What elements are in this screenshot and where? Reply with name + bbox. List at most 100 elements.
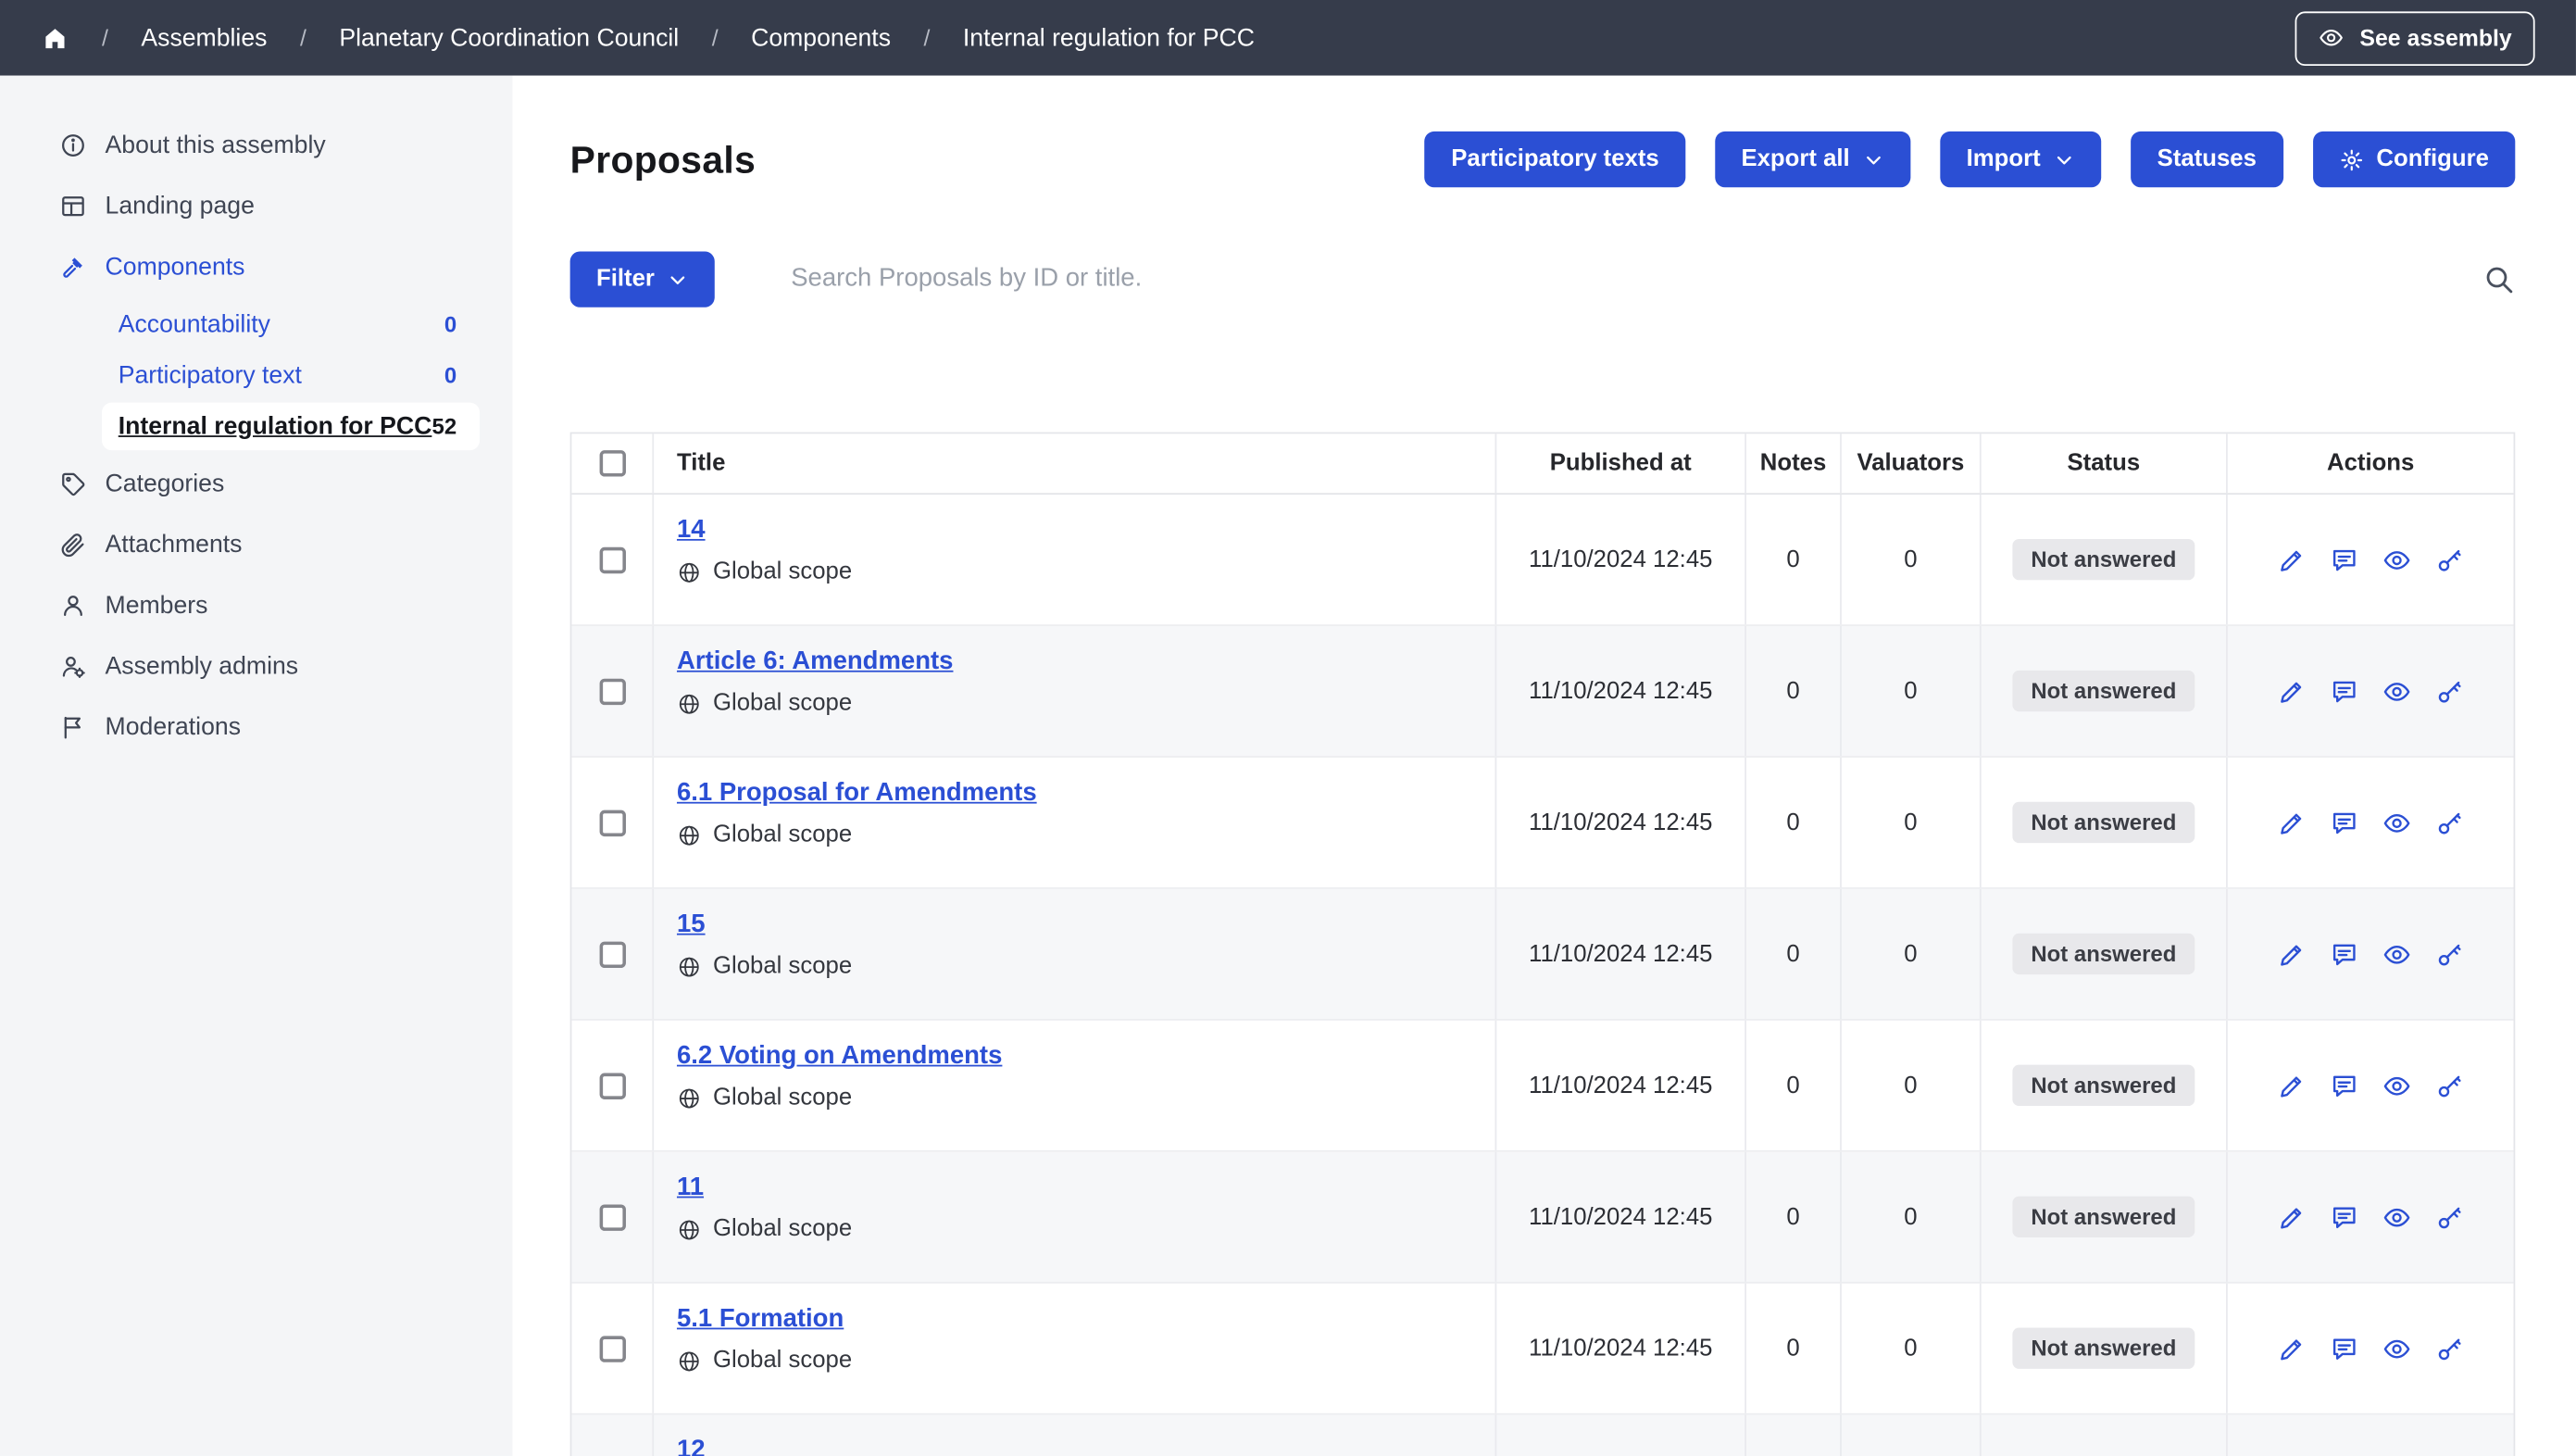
proposal-title-link[interactable]: 15 [677, 910, 706, 940]
permissions-key-icon[interactable] [2434, 545, 2464, 574]
answer-icon[interactable] [2330, 808, 2359, 837]
status-cell: Not answered [1982, 1284, 2228, 1413]
sidebar-item-components[interactable]: Components [0, 236, 513, 297]
proposal-title-link[interactable]: 11 [677, 1174, 704, 1203]
preview-icon[interactable] [2382, 1202, 2412, 1232]
published-at-cell: 11/10/2024 12:45 [1496, 1284, 1746, 1413]
breadcrumb-separator: / [102, 25, 108, 51]
statuses-button[interactable]: Statuses [2131, 132, 2282, 187]
proposal-title-link[interactable]: Article 6: Amendments [677, 647, 954, 677]
sidebar-item-assembly-admins[interactable]: Assembly admins [0, 636, 513, 697]
actions-cell [2228, 1415, 2514, 1456]
proposal-title-link[interactable]: 12 [677, 1437, 706, 1456]
edit-icon[interactable] [2277, 808, 2307, 837]
row-checkbox[interactable] [599, 810, 625, 835]
row-checkbox-cell [571, 495, 654, 624]
sidebar-item-internal-regulation[interactable]: Internal regulation for PCC 52 [102, 403, 480, 450]
row-title-cell: 11 Global scope [654, 1152, 1496, 1282]
edit-icon[interactable] [2277, 1334, 2307, 1363]
sidebar-item-accountability[interactable]: Accountability 0 [102, 301, 480, 348]
answer-icon[interactable] [2330, 1334, 2359, 1363]
answer-icon[interactable] [2330, 939, 2359, 969]
permissions-key-icon[interactable] [2434, 808, 2464, 837]
permissions-key-icon[interactable] [2434, 676, 2464, 706]
status-cell: Not answered [1982, 626, 2228, 756]
answer-icon[interactable] [2330, 1071, 2359, 1100]
sidebar-item-participatory-text[interactable]: Participatory text 0 [102, 352, 480, 399]
actions-cell [2228, 1284, 2514, 1413]
sidebar-item-landing-page[interactable]: Landing page [0, 176, 513, 237]
row-checkbox-cell [571, 1284, 654, 1413]
notes-count-cell: 0 [1746, 495, 1842, 624]
proposal-title-link[interactable]: 14 [677, 516, 706, 546]
proposal-scope: Global scope [677, 1348, 852, 1374]
select-all-checkbox[interactable] [599, 450, 625, 476]
answer-icon[interactable] [2330, 545, 2359, 574]
layout-icon [59, 193, 87, 220]
row-checkbox[interactable] [599, 546, 625, 572]
row-checkbox[interactable] [599, 678, 625, 704]
answer-icon[interactable] [2330, 1202, 2359, 1232]
sidebar-item-members[interactable]: Members [0, 575, 513, 636]
table-row: 6.2 Voting on Amendments Global scope 11… [571, 1021, 2513, 1152]
sidebar-item-about-assembly[interactable]: About this assembly [0, 115, 513, 176]
breadcrumb-assembly-name[interactable]: Planetary Coordination Council [339, 24, 679, 52]
proposal-scope: Global scope [677, 822, 852, 847]
preview-icon[interactable] [2382, 939, 2412, 969]
row-title-cell: 6.1 Proposal for Amendments Global scope [654, 758, 1496, 887]
participatory-texts-button[interactable]: Participatory texts [1425, 132, 1685, 187]
search-input[interactable] [791, 265, 2462, 295]
preview-icon[interactable] [2382, 1334, 2412, 1363]
preview-icon[interactable] [2382, 676, 2412, 706]
permissions-key-icon[interactable] [2434, 1202, 2464, 1232]
permissions-key-icon[interactable] [2434, 1334, 2464, 1363]
preview-icon[interactable] [2382, 808, 2412, 837]
filter-row: Filter [570, 251, 2516, 307]
export-all-button[interactable]: Export all [1715, 132, 1910, 187]
preview-icon[interactable] [2382, 545, 2412, 574]
breadcrumb-current-component[interactable]: Internal regulation for PCC [963, 24, 1255, 52]
import-button[interactable]: Import [1940, 132, 2101, 187]
status-badge: Not answered [2013, 539, 2195, 580]
row-title-cell: 12 [654, 1415, 1496, 1456]
edit-icon[interactable] [2277, 676, 2307, 706]
tag-icon [59, 470, 87, 497]
proposal-title-link[interactable]: 6.2 Voting on Amendments [677, 1042, 1002, 1072]
sidebar-item-categories[interactable]: Categories [0, 454, 513, 515]
row-checkbox-cell [571, 1152, 654, 1282]
notes-count-cell [1746, 1415, 1842, 1456]
globe-icon [677, 1217, 702, 1242]
breadcrumb-assemblies[interactable]: Assemblies [141, 24, 267, 52]
answer-icon[interactable] [2330, 676, 2359, 706]
permissions-key-icon[interactable] [2434, 939, 2464, 969]
proposal-title-link[interactable]: 6.1 Proposal for Amendments [677, 779, 1037, 809]
see-assembly-button[interactable]: See assembly [2295, 11, 2534, 66]
configure-button[interactable]: Configure [2312, 132, 2515, 187]
row-checkbox-cell [571, 758, 654, 887]
published-at-cell: 11/10/2024 12:45 [1496, 495, 1746, 624]
edit-icon[interactable] [2277, 939, 2307, 969]
actions-cell [2228, 1021, 2514, 1150]
edit-icon[interactable] [2277, 1071, 2307, 1100]
row-checkbox[interactable] [599, 1073, 625, 1098]
header-valuators: Valuators [1842, 433, 1982, 493]
row-checkbox[interactable] [599, 1336, 625, 1362]
row-title-cell: 5.1 Formation Global scope [654, 1284, 1496, 1413]
filter-button[interactable]: Filter [570, 251, 716, 307]
edit-icon[interactable] [2277, 545, 2307, 574]
sidebar-item-moderations[interactable]: Moderations [0, 697, 513, 758]
search-icon[interactable] [2482, 263, 2515, 295]
table-row: 11 Global scope 11/10/2024 12:45 0 0 Not [571, 1152, 2513, 1284]
preview-icon[interactable] [2382, 1071, 2412, 1100]
count-badge: 0 [444, 363, 456, 388]
chevron-down-icon [668, 269, 689, 290]
breadcrumb-components[interactable]: Components [751, 24, 891, 52]
proposal-title-link[interactable]: 5.1 Formation [677, 1305, 844, 1335]
edit-icon[interactable] [2277, 1202, 2307, 1232]
header-notes: Notes [1746, 433, 1842, 493]
row-checkbox[interactable] [599, 1204, 625, 1230]
row-checkbox[interactable] [599, 941, 625, 967]
permissions-key-icon[interactable] [2434, 1071, 2464, 1100]
home-icon[interactable] [41, 24, 69, 52]
sidebar-item-attachments[interactable]: Attachments [0, 514, 513, 575]
